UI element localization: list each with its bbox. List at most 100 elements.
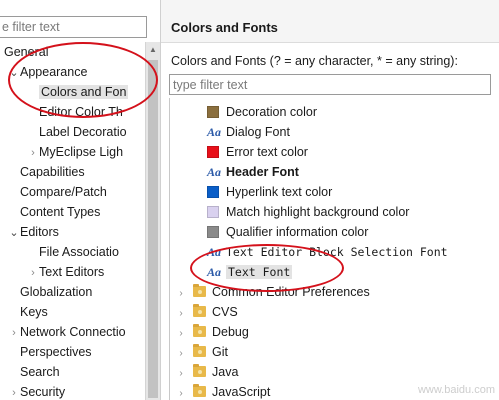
category-folder-icon <box>193 384 206 397</box>
nav-scroll-thumb[interactable] <box>148 60 158 398</box>
category-folder-icon <box>193 344 206 357</box>
nav-item[interactable]: Label Decoratio <box>27 122 127 142</box>
nav-item[interactable]: Editor Color Th <box>27 102 123 122</box>
category-folder-icon <box>193 324 206 337</box>
nav-item[interactable]: Globalization <box>8 282 92 302</box>
nav-item[interactable]: General <box>4 42 48 62</box>
font-setting-item[interactable]: Aa Text Font <box>207 262 293 282</box>
setting-item-label: Hyperlink text color <box>226 185 333 199</box>
nav-item-label: Network Connectio <box>20 325 126 339</box>
nav-item[interactable]: › Text Editors <box>27 262 104 282</box>
setting-item-label: Match highlight background color <box>226 205 410 219</box>
category-label: JavaScript <box>212 385 271 399</box>
category-folder-icon <box>193 364 206 377</box>
font-icon: Aa <box>207 245 222 259</box>
setting-item-label: Error text color <box>226 145 308 159</box>
nav-item[interactable]: Keys <box>8 302 48 322</box>
page-description: Colors and Fonts (? = any character, * =… <box>171 54 458 68</box>
colors-fonts-tree: Decoration color Aa Dialog Font Error text … <box>169 98 499 400</box>
nav-item-label: Search <box>20 365 60 379</box>
items-filter-field[interactable] <box>169 74 491 95</box>
nav-item-label: Perspectives <box>20 345 92 359</box>
colors-fonts-page: Colors and Fonts Colors and Fonts (? = a… <box>161 0 499 400</box>
nav-item[interactable]: Capabilities <box>8 162 85 182</box>
setting-item-label: Text Font <box>226 265 293 279</box>
nav-scrollbar[interactable]: ▲ <box>145 42 160 400</box>
font-setting-item[interactable]: Aa Dialog Font <box>207 122 290 142</box>
watermark: www.baidu.com <box>417 384 495 396</box>
chevron-right-icon[interactable]: › <box>27 263 39 283</box>
nav-item-label: Security <box>20 385 66 399</box>
font-icon: Aa <box>207 125 222 139</box>
preferences-nav-pane: General ⌄Appearance Colors and Fon Editor C… <box>0 0 160 400</box>
nav-filter-input[interactable] <box>0 17 140 37</box>
category-label: Git <box>212 345 228 359</box>
nav-item-label: Colors and Fon <box>39 85 129 99</box>
chevron-right-icon[interactable]: › <box>176 304 186 324</box>
font-setting-item[interactable]: Aa Header Font <box>207 162 299 182</box>
category-item[interactable]: › CVS <box>176 302 238 322</box>
font-icon: Aa <box>207 165 222 179</box>
chevron-right-icon[interactable]: › <box>8 383 20 400</box>
category-item[interactable]: › JavaScript <box>176 382 270 400</box>
chevron-right-icon[interactable]: › <box>27 143 39 163</box>
nav-item[interactable]: › Security <box>8 382 65 400</box>
chevron-right-icon[interactable]: › <box>176 344 186 364</box>
nav-item-label: Globalization <box>20 285 93 299</box>
setting-item-label: Decoration color <box>226 105 318 119</box>
chevron-down-icon[interactable]: ⌄ <box>8 223 20 243</box>
category-label: Java <box>212 365 239 379</box>
nav-item[interactable]: Content Types <box>8 202 100 222</box>
nav-item[interactable]: Colors and Fon <box>27 82 129 102</box>
chevron-right-icon[interactable]: › <box>176 384 186 400</box>
scroll-up-arrow-icon[interactable]: ▲ <box>146 42 160 58</box>
color-setting-item[interactable]: Decoration color <box>207 102 317 122</box>
font-setting-item[interactable]: Aa Text Editor Block Selection Font <box>207 242 448 262</box>
category-item[interactable]: › Common Editor Preferences <box>176 282 370 302</box>
category-item[interactable]: › Git <box>176 342 228 362</box>
chevron-down-icon[interactable]: ⌄ <box>8 63 20 83</box>
category-label: Debug <box>212 325 249 339</box>
color-setting-item[interactable]: Qualifier information color <box>207 222 368 242</box>
nav-item-label: Capabilities <box>20 165 85 179</box>
chevron-right-icon[interactable]: › <box>176 324 186 344</box>
category-item[interactable]: › Debug <box>176 322 249 342</box>
nav-item-label: General <box>4 45 49 59</box>
chevron-right-icon[interactable]: › <box>176 284 186 304</box>
category-folder-icon <box>193 304 206 317</box>
color-setting-item[interactable]: Hyperlink text color <box>207 182 332 202</box>
nav-item[interactable]: ⌄Appearance <box>8 62 87 82</box>
nav-item[interactable]: Perspectives <box>8 342 92 362</box>
nav-item[interactable]: › MyEclipse Ligh <box>27 142 123 162</box>
category-folder-icon <box>193 284 206 297</box>
category-label: Common Editor Preferences <box>212 285 370 299</box>
font-icon: Aa <box>207 265 222 279</box>
nav-tree: General ⌄Appearance Colors and Fon Editor C… <box>0 42 146 400</box>
nav-item-label: Compare/Patch <box>20 185 107 199</box>
items-filter-input[interactable] <box>170 75 486 94</box>
chevron-right-icon[interactable]: › <box>176 364 186 384</box>
nav-item[interactable]: › Network Connectio <box>8 322 126 343</box>
setting-item-label: Dialog Font <box>226 125 290 139</box>
nav-item-label: File Associatio <box>39 245 119 259</box>
setting-item-label: Header Font <box>226 165 299 179</box>
nav-item-label: Keys <box>20 305 48 319</box>
page-title: Colors and Fonts <box>171 20 278 35</box>
nav-filter-field[interactable] <box>0 16 147 38</box>
nav-item[interactable]: Compare/Patch <box>8 182 107 202</box>
nav-item[interactable]: Search <box>8 362 60 382</box>
color-setting-item[interactable]: Error text color <box>207 142 308 162</box>
nav-item-label: MyEclipse Ligh <box>39 145 124 159</box>
nav-item[interactable]: ⌄Editors <box>8 222 59 242</box>
chevron-right-icon[interactable]: › <box>8 323 20 343</box>
setting-item-label: Qualifier information color <box>226 225 369 239</box>
nav-item-label: Text Editors <box>39 265 105 279</box>
color-setting-item[interactable]: Match highlight background color <box>207 202 409 222</box>
nav-item-label: Label Decoratio <box>39 125 127 139</box>
color-swatch-icon <box>207 226 219 238</box>
color-swatch-icon <box>207 106 219 118</box>
category-label: CVS <box>212 305 238 319</box>
category-item[interactable]: › Java <box>176 362 238 382</box>
nav-item[interactable]: File Associatio <box>27 242 119 262</box>
color-swatch-icon <box>207 186 219 198</box>
